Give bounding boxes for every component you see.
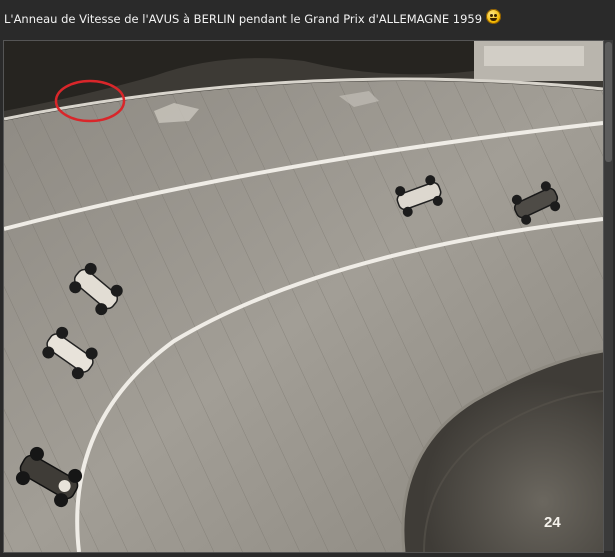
photo-page-number: 24 — [544, 514, 561, 531]
laughing-smiley-icon — [486, 8, 502, 24]
post-caption: L'Anneau de Vitesse de l'AVUS à BERLIN p… — [4, 12, 483, 26]
scrollbar-thumb[interactable] — [605, 42, 612, 162]
race-photo[interactable]: 24 — [3, 40, 604, 553]
photo-image: 24 — [4, 41, 603, 552]
forum-post: L'Anneau de Vitesse de l'AVUS à BERLIN p… — [0, 0, 615, 557]
post-caption-row: L'Anneau de Vitesse de l'AVUS à BERLIN p… — [4, 8, 502, 29]
scrollbar[interactable] — [604, 40, 613, 551]
